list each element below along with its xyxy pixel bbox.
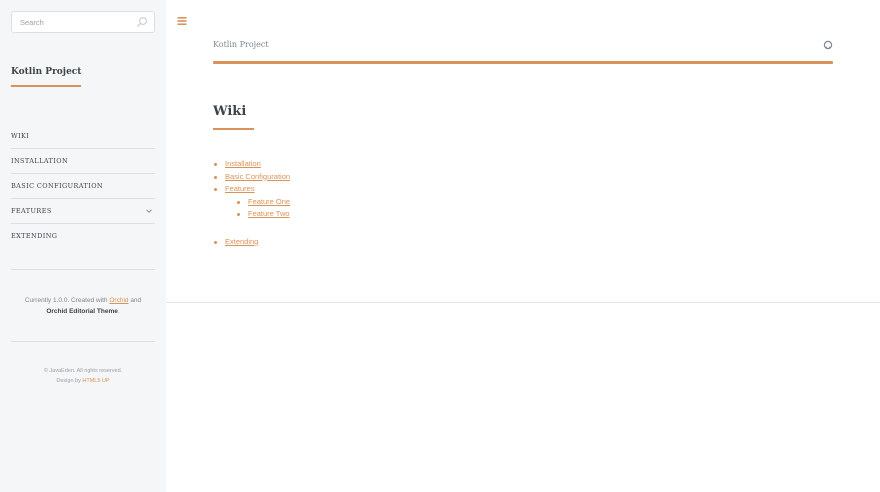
search-icon[interactable] [136, 16, 148, 28]
list-item: Feature One [236, 196, 290, 209]
design-prefix: Design by [56, 378, 83, 384]
sidebar-item-installation[interactable]: INSTALLATION [11, 148, 155, 173]
sidebar: Kotlin Project WIKI INSTALLATION BASIC C… [0, 0, 166, 492]
list-item: Installation [213, 158, 290, 171]
period-text: . [117, 308, 120, 315]
search-box[interactable] [11, 11, 155, 33]
content-divider [166, 302, 880, 303]
sidebar-item-features[interactable]: FEATURES [11, 198, 155, 223]
toc-link-extending[interactable]: Extending [225, 237, 258, 246]
header-divider [213, 61, 833, 64]
list-item: Basic Configuration [213, 171, 290, 184]
toc-link-feature-two[interactable]: Feature Two [248, 209, 290, 218]
toc-link-installation[interactable]: Installation [225, 159, 261, 168]
chevron-down-icon[interactable] [145, 207, 153, 215]
hamburger-menu-icon[interactable] [176, 15, 188, 27]
list-item: Features Feature One Feature Two [213, 183, 290, 221]
orchid-link[interactable]: Orchid [109, 297, 128, 304]
sidebar-item-label: EXTENDING [11, 232, 58, 240]
sidebar-item-wiki[interactable]: WIKI [11, 123, 155, 148]
toc-link-feature-one[interactable]: Feature One [248, 197, 290, 206]
sidebar-item-label: BASIC CONFIGURATION [11, 182, 104, 190]
html5up-link[interactable]: HTML5 UP [82, 378, 109, 384]
theme-name[interactable]: Orchid Editorial Theme [46, 308, 118, 315]
design-credit: Design by HTML5 UP [11, 376, 155, 386]
toc-link-features[interactable]: Features [225, 184, 255, 193]
page-title-underline [213, 128, 254, 130]
github-icon[interactable] [823, 40, 833, 50]
page-title: Wiki [213, 104, 247, 119]
header-title[interactable]: Kotlin Project [213, 40, 269, 49]
copyright-text: © JavaEden. All rights reserved. [43, 368, 123, 374]
wiki-toc: Installation Basic Configuration Feature… [213, 158, 290, 249]
divider [11, 341, 155, 342]
features-sublist: Feature One Feature Two [236, 196, 290, 221]
toc-link-basic-configuration[interactable]: Basic Configuration [225, 172, 290, 181]
and-text: and [128, 297, 142, 304]
sidebar-item-extending[interactable]: EXTENDING [11, 223, 155, 248]
copyright: © JavaEden. All rights reserved. Design … [11, 366, 155, 386]
sidebar-item-basic-configuration[interactable]: BASIC CONFIGURATION [11, 173, 155, 198]
sidebar-title-underline [11, 85, 81, 87]
sidebar-item-label: INSTALLATION [11, 157, 69, 165]
version-text: Currently 1.0.0. Created with [24, 297, 110, 304]
sidebar-item-label: FEATURES [11, 207, 52, 215]
sidebar-item-label: WIKI [11, 131, 30, 140]
sidebar-menu: WIKI INSTALLATION BASIC CONFIGURATION FE… [11, 123, 155, 248]
list-item: Extending [213, 236, 290, 249]
list-item: Feature Two [236, 208, 290, 221]
version-info: Currently 1.0.0. Created with Orchid and… [11, 295, 155, 317]
search-input[interactable] [12, 12, 132, 33]
divider [11, 269, 155, 270]
sidebar-title[interactable]: Kotlin Project [11, 67, 81, 77]
